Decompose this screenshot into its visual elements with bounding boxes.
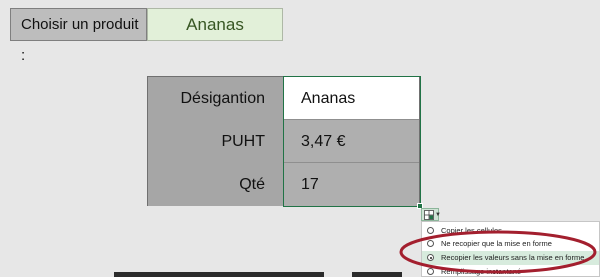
puht-cell[interactable]: 3,47 €: [284, 120, 419, 163]
menu-item-fill-formatting-only[interactable]: Ne recopier que la mise en forme: [422, 237, 599, 251]
autofill-options-button[interactable]: ▼: [421, 208, 441, 221]
row-label: Désigantion: [148, 77, 284, 120]
autofill-options-icon: [424, 210, 434, 220]
product-selector-cell[interactable]: Ananas: [147, 8, 283, 41]
radio-icon: [427, 240, 434, 247]
product-detail-table: Désigantion Ananas PUHT 3,47 € Qté 17: [147, 76, 420, 206]
chevron-down-icon: ▼: [435, 212, 441, 218]
radio-selected-icon: [427, 254, 434, 261]
radio-icon: [427, 227, 434, 234]
scrollbar-segment: [114, 272, 324, 277]
product-selector-label: Choisir un produit :: [10, 8, 147, 64]
row-label: PUHT: [148, 120, 284, 163]
menu-item-copy-cells[interactable]: Copier les cellules: [422, 224, 599, 238]
menu-item-label: Copier les cellules: [441, 226, 502, 235]
scrollbar-segment: [352, 272, 402, 277]
radio-icon: [427, 268, 434, 275]
table-row-designation: Désigantion Ananas: [148, 77, 419, 120]
designation-cell[interactable]: Ananas: [284, 77, 419, 120]
menu-item-flash-fill[interactable]: Remplissage instantané: [422, 265, 599, 276]
menu-item-label: Remplissage instantané: [441, 267, 522, 276]
table-row-qte: Qté 17: [148, 163, 419, 206]
menu-item-label: Recopier les valeurs sans la mise en for…: [441, 253, 585, 262]
table-row-puht: PUHT 3,47 €: [148, 120, 419, 163]
row-label: Qté: [148, 163, 284, 206]
menu-item-label: Ne recopier que la mise en forme: [441, 239, 552, 248]
menu-item-fill-without-formatting[interactable]: Recopier les valeurs sans la mise en for…: [422, 251, 599, 265]
autofill-options-menu: Copier les cellules Ne recopier que la m…: [421, 221, 600, 277]
qte-cell[interactable]: 17: [284, 163, 419, 206]
